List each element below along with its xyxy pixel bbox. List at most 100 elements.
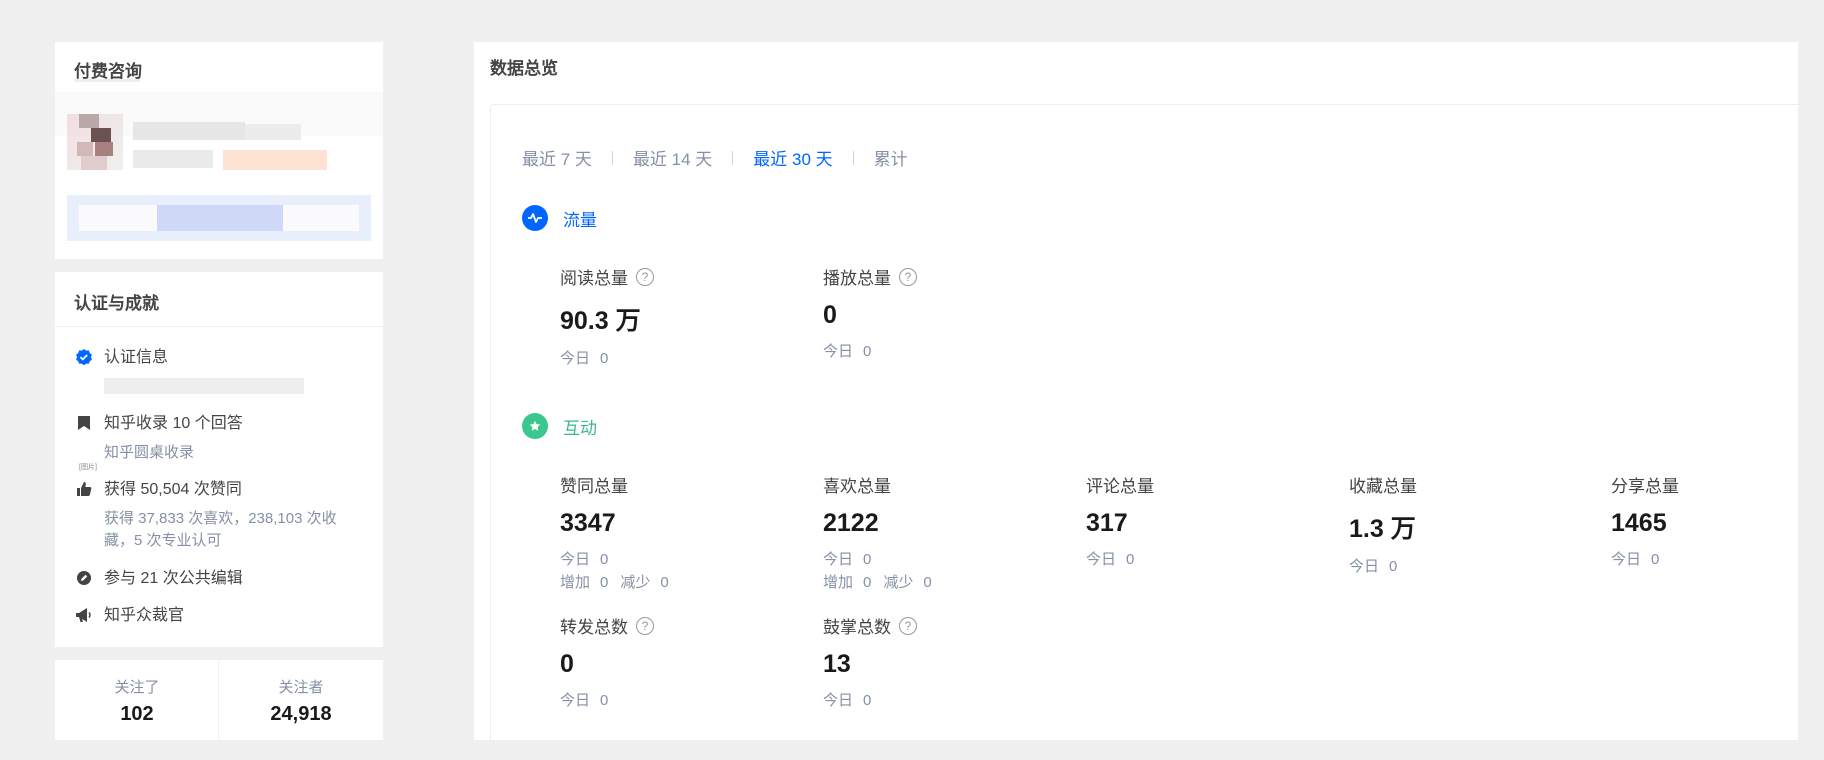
cert-item-collected[interactable]: 知乎收录 10 个回答: [74, 413, 243, 435]
stat-favorites: 收藏总量 1.3 万 今日 0: [1349, 472, 1589, 578]
title-underline: [74, 79, 140, 82]
following-count: 102: [120, 703, 154, 725]
verified-badge-icon: [74, 347, 94, 367]
tab-separator: [732, 150, 734, 165]
tab-separator: [611, 150, 613, 165]
stat-plays-label: 播放总量: [823, 269, 891, 288]
tab-separator: [852, 150, 854, 165]
stat-plays-today: 0: [863, 343, 872, 360]
stat-reposts-label: 转发总数: [560, 618, 628, 637]
cert-collected-label: 知乎收录 10 个回答: [104, 415, 243, 432]
stat-likes-increase: 0: [863, 574, 872, 591]
stat-comments-today: 0: [1126, 551, 1135, 568]
divider: [55, 326, 383, 327]
achievements-title: 认证与成就: [74, 294, 159, 313]
stat-comments: 评论总量 317 今日 0: [1086, 472, 1326, 571]
stat-upvotes-decrease: 0: [660, 574, 669, 591]
followers-label: 关注者: [278, 679, 324, 696]
stat-favorites-label: 收藏总量: [1349, 477, 1417, 496]
help-icon[interactable]: ?: [636, 267, 654, 286]
blurred-avatar[interactable]: [67, 114, 123, 170]
stat-favorites-value: 1.3 万: [1349, 515, 1416, 543]
edit-icon: [74, 568, 94, 588]
blurred-subtitle: [133, 150, 213, 168]
help-icon[interactable]: ?: [636, 616, 654, 635]
stat-upvotes-increase: 0: [600, 574, 609, 591]
help-icon[interactable]: ?: [899, 616, 917, 635]
stat-applause: 鼓掌总数? 13 今日 0: [823, 613, 1063, 712]
today-label: 今日: [823, 343, 854, 360]
stat-upvotes-today: 0: [600, 551, 609, 568]
today-label: 今日: [560, 551, 591, 568]
today-label: 今日: [823, 551, 854, 568]
stat-plays: 播放总量? 0 今日 0: [823, 264, 1063, 363]
today-label: 今日: [1086, 551, 1117, 568]
blurred-cert-detail: [104, 378, 304, 394]
stat-shares-today: 0: [1651, 551, 1660, 568]
stat-comments-value: 317: [1086, 509, 1128, 537]
increase-label: 增加: [823, 574, 854, 591]
cert-item-edits[interactable]: 参与 21 次公共编辑: [74, 568, 243, 590]
cert-upvotes-label: 获得 50,504 次赞同: [104, 481, 242, 498]
stat-likes-label: 喜欢总量: [823, 477, 891, 496]
stat-reads: 阅读总量? 90.3 万 今日 0: [560, 264, 800, 370]
stat-reads-today: 0: [600, 350, 609, 367]
thumbs-up-icon: [74, 479, 94, 499]
bookmark-icon: [74, 413, 94, 433]
stat-reads-value: 90.3 万: [560, 307, 641, 335]
stat-applause-label: 鼓掌总数: [823, 618, 891, 637]
stat-likes-today: 0: [863, 551, 872, 568]
increase-label: 增加: [560, 574, 591, 591]
cert-collected-sub[interactable]: 知乎圆桌收录: [104, 442, 194, 464]
followers-stat[interactable]: 关注者 24,918: [219, 660, 383, 740]
stat-reposts-value: 0: [560, 650, 574, 678]
tab-7-days[interactable]: 最近 7 天: [522, 145, 592, 170]
decrease-label: 减少: [883, 574, 914, 591]
stat-upvotes-label: 赞同总量: [560, 477, 628, 496]
stat-applause-today: 0: [863, 692, 872, 709]
follow-stats-card: 关注了 102 关注者 24,918: [55, 660, 383, 740]
stat-applause-value: 13: [823, 650, 851, 678]
section-interaction-header: 互动: [522, 413, 597, 439]
tab-cumulative[interactable]: 累计: [874, 145, 908, 170]
stat-reads-label: 阅读总量: [560, 269, 628, 288]
section-flow-header: 流量: [522, 205, 597, 231]
stat-shares: 分享总量 1465 今日 0: [1611, 472, 1791, 571]
stat-shares-label: 分享总量: [1611, 477, 1679, 496]
blurred-name: [133, 122, 245, 140]
stat-shares-value: 1465: [1611, 509, 1667, 537]
blurred-consult-button[interactable]: [67, 195, 371, 241]
today-label: 今日: [823, 692, 854, 709]
stat-likes: 喜欢总量 2122 今日 0 增加 0 减少 0: [823, 472, 1063, 594]
today-label: 今日: [1611, 551, 1642, 568]
cert-item-arbiter[interactable]: 知乎众裁官: [74, 605, 184, 627]
cert-verified-label: 认证信息: [104, 349, 169, 366]
today-label: 今日: [560, 350, 591, 367]
cert-edits-label: 参与 21 次公共编辑: [104, 570, 243, 587]
today-label: 今日: [1349, 558, 1380, 575]
stat-comments-label: 评论总量: [1086, 477, 1154, 496]
stat-upvotes: 赞同总量 3347 今日 0 增加 0 减少 0: [560, 472, 800, 594]
paid-consult-card: 付费咨询: [55, 42, 383, 259]
data-overview-card: 数据总览 最近 7 天 最近 14 天 最近 30 天 累计 流量 阅读总量? …: [474, 42, 1810, 754]
following-stat[interactable]: 关注了 102: [55, 660, 219, 740]
megaphone-icon: [74, 605, 94, 625]
cert-item-upvotes[interactable]: 获得 50,504 次赞同: [74, 479, 242, 501]
tab-30-days[interactable]: 最近 30 天: [753, 145, 832, 170]
today-label: 今日: [560, 692, 591, 709]
blurred-price-tag: [223, 150, 327, 170]
section-flow-title: 流量: [563, 210, 597, 230]
blurred-name-extra: [245, 124, 301, 140]
tab-14-days[interactable]: 最近 14 天: [633, 145, 712, 170]
cert-item-verified[interactable]: 认证信息: [74, 347, 168, 369]
star-bubble-icon: [522, 413, 548, 439]
image-placeholder-badge: [图片]: [79, 464, 97, 471]
stat-likes-decrease: 0: [923, 574, 932, 591]
help-icon[interactable]: ?: [899, 267, 917, 286]
time-range-tabs: 最近 7 天 最近 14 天 最近 30 天 累计: [522, 145, 908, 170]
decrease-label: 减少: [620, 574, 651, 591]
pulse-icon: [522, 205, 548, 231]
data-overview-title: 数据总览: [490, 59, 558, 78]
followers-count: 24,918: [270, 703, 332, 725]
stat-reposts-today: 0: [600, 692, 609, 709]
